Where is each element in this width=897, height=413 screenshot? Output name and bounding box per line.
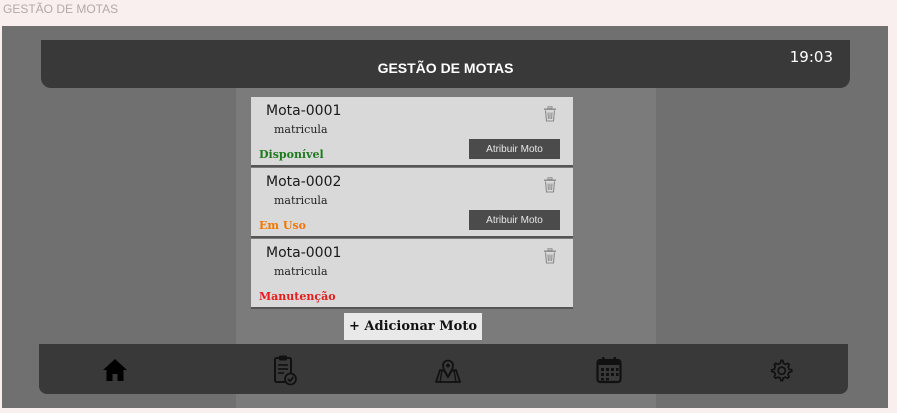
map-location-icon <box>435 359 461 383</box>
status-label: Manutenção <box>259 290 336 303</box>
trash-icon[interactable] <box>543 248 557 264</box>
add-moto-button[interactable]: + Adicionar Moto <box>344 313 482 340</box>
assign-moto-button[interactable]: Atribuir Moto <box>469 210 560 230</box>
status-label: Disponível <box>259 148 324 161</box>
mota-card: Mota-0001 matricula Manutenção <box>251 239 573 309</box>
calendar-icon <box>596 357 622 384</box>
nav-map[interactable] <box>432 354 464 386</box>
assign-moto-button[interactable]: Atribuir Moto <box>469 139 560 159</box>
mota-name: Mota-0001 <box>266 245 342 261</box>
app-header: GESTÃO DE MOTAS 19:03 <box>41 40 850 88</box>
mota-plate: matricula <box>274 123 328 136</box>
mota-name: Mota-0002 <box>266 174 342 190</box>
nav-settings[interactable] <box>765 354 797 386</box>
nav-calendar[interactable] <box>593 354 625 386</box>
clipboard-check-icon <box>274 355 297 386</box>
mota-plate: matricula <box>274 194 328 207</box>
window-title: GESTÃO DE MOTAS <box>3 2 119 16</box>
page-title: GESTÃO DE MOTAS <box>377 60 514 76</box>
clock-time: 19:03 <box>789 48 833 66</box>
mota-plate: matricula <box>274 265 328 278</box>
status-label: Em Uso <box>259 219 306 232</box>
mota-card: Mota-0002 matricula Em Uso Atribuir Moto <box>251 168 573 238</box>
nav-tasks[interactable] <box>269 354 301 386</box>
home-icon <box>103 359 127 381</box>
trash-icon[interactable] <box>543 106 557 122</box>
mota-card: Mota-0001 matricula Disponível Atribuir … <box>251 97 573 167</box>
nav-home[interactable] <box>99 354 131 386</box>
bottom-nav <box>39 344 848 394</box>
gear-icon <box>770 359 793 382</box>
mota-name: Mota-0001 <box>266 103 342 119</box>
trash-icon[interactable] <box>543 177 557 193</box>
